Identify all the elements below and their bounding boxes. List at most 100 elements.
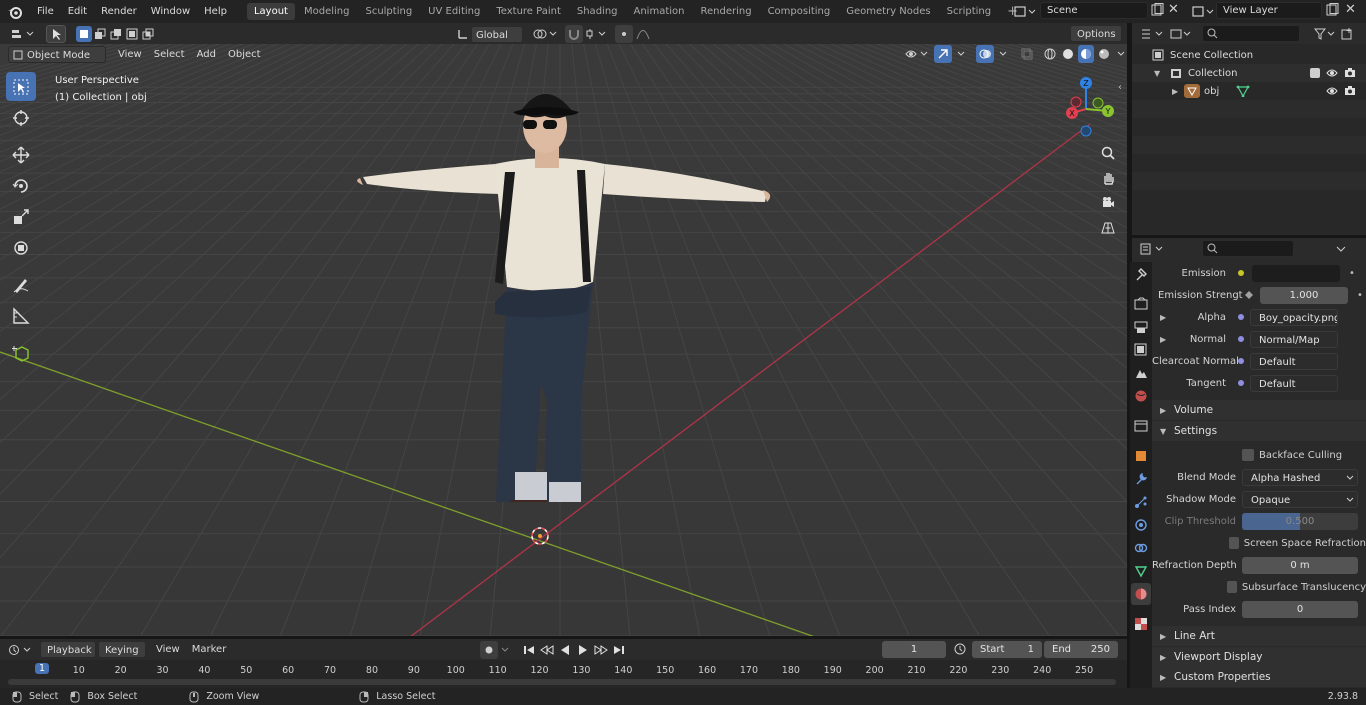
emission-keyframe-dot-icon[interactable]: • xyxy=(1346,268,1358,279)
properties-options-icon[interactable] xyxy=(1332,240,1350,258)
alpha-socket-icon[interactable] xyxy=(1236,312,1250,322)
scene-collection-row[interactable]: Scene Collection xyxy=(1132,46,1366,64)
collection-checkbox[interactable] xyxy=(1310,68,1320,78)
view-layer-field[interactable]: View Layer xyxy=(1216,2,1322,19)
settings-section-header[interactable]: ▼ Settings xyxy=(1152,421,1366,441)
snap-toggle-icon[interactable] xyxy=(565,25,583,43)
shading-solid-icon[interactable] xyxy=(1060,45,1076,63)
show-overlays-icon[interactable] xyxy=(976,45,994,63)
normal-link-field[interactable]: Normal/Map xyxy=(1250,330,1338,348)
modifiers-tab-icon[interactable] xyxy=(1131,468,1151,490)
pivot-point-icon[interactable] xyxy=(529,25,561,43)
tab-compositing[interactable]: Compositing xyxy=(761,3,838,20)
transform-orientation-dropdown[interactable]: Global xyxy=(471,25,523,43)
tool-rotate-icon[interactable] xyxy=(6,171,36,200)
collection-camera-icon[interactable] xyxy=(1344,67,1356,79)
menu-file[interactable]: File xyxy=(30,0,61,23)
keying-dropdown-icon[interactable] xyxy=(498,641,512,659)
tab-modeling[interactable]: Modeling xyxy=(297,3,357,20)
visibility-selectability-icon[interactable] xyxy=(902,45,932,63)
select-mode-new-icon[interactable] xyxy=(76,25,92,42)
timeline-editor-type-icon[interactable] xyxy=(6,641,36,659)
tab-shading[interactable]: Shading xyxy=(570,3,625,20)
navigation-gizmo[interactable]: Z Y X xyxy=(1058,77,1118,141)
scene-icon[interactable] xyxy=(1012,3,1036,20)
tool-scale-icon[interactable] xyxy=(6,202,36,231)
object-eye-icon[interactable] xyxy=(1326,85,1338,97)
backface-culling-row[interactable]: Backface Culling xyxy=(1152,444,1366,466)
screen-space-refraction-checkbox[interactable] xyxy=(1228,537,1239,549)
tool-add-cube-icon[interactable] xyxy=(6,338,36,367)
tool-select-box-icon[interactable] xyxy=(6,72,36,101)
screen-space-refraction-row[interactable]: Screen Space Refraction xyxy=(1152,532,1366,554)
play-icon[interactable] xyxy=(574,641,592,659)
viewport-display-section-header[interactable]: ▶ Viewport Display xyxy=(1152,647,1366,667)
line-art-section-header[interactable]: ▶ Line Art xyxy=(1152,626,1366,646)
playback-menu[interactable]: Playback xyxy=(40,641,96,658)
tab-uv-editing[interactable]: UV Editing xyxy=(421,3,487,20)
pass-index-field[interactable]: 0 xyxy=(1242,600,1358,618)
proportional-editing-icon[interactable] xyxy=(615,25,633,43)
collection-row[interactable]: ▼ Collection xyxy=(1132,64,1366,82)
alpha-expand-icon[interactable]: ▶ xyxy=(1160,313,1174,322)
object-menu[interactable]: Object xyxy=(222,46,267,63)
playhead-frame[interactable]: 1 xyxy=(35,663,50,674)
end-frame-field[interactable]: End 250 xyxy=(1044,641,1118,658)
blender-logo-icon[interactable] xyxy=(0,0,30,23)
backface-culling-checkbox[interactable] xyxy=(1242,449,1254,461)
emission-strength-field[interactable]: 1.000 xyxy=(1260,286,1348,304)
3d-cursor-icon[interactable] xyxy=(528,524,552,548)
tab-geometry-nodes[interactable]: Geometry Nodes xyxy=(839,3,937,20)
menu-edit[interactable]: Edit xyxy=(61,0,94,23)
outliner-search-input[interactable] xyxy=(1202,25,1300,42)
preview-range-clock-icon[interactable] xyxy=(951,640,969,658)
outliner-editor-type-icon[interactable] xyxy=(1138,25,1168,43)
emission-color-field[interactable] xyxy=(1252,264,1340,282)
particles-tab-icon[interactable] xyxy=(1131,491,1151,513)
shading-material-preview-icon[interactable] xyxy=(1078,45,1094,63)
object-tab-icon[interactable] xyxy=(1131,445,1151,467)
render-tab-icon[interactable] xyxy=(1131,293,1151,315)
new-collection-icon[interactable] xyxy=(1338,25,1356,43)
object-expand-icon[interactable]: ▶ xyxy=(1172,87,1184,96)
alpha-link-field[interactable]: Boy_opacity.png xyxy=(1250,308,1338,326)
properties-editor-type-icon[interactable] xyxy=(1138,240,1168,258)
subsurface-translucency-row[interactable]: Subsurface Translucency xyxy=(1152,576,1366,598)
texture-tab-icon[interactable] xyxy=(1131,613,1151,635)
data-tab-icon[interactable] xyxy=(1131,560,1151,582)
start-frame-field[interactable]: Start 1 xyxy=(972,641,1042,658)
material-tab-icon[interactable] xyxy=(1131,583,1151,605)
emission-socket-icon[interactable] xyxy=(1236,268,1250,278)
select-mode-invert-icon[interactable] xyxy=(124,26,140,42)
select-tool-icon[interactable] xyxy=(46,24,66,43)
timeline-area[interactable]: 1 10 20 30 40 50 60 70 80 90 100 110 120 130 140 150 160… xyxy=(0,660,1127,688)
zoom-icon[interactable] xyxy=(1097,142,1119,164)
jump-end-icon[interactable] xyxy=(610,641,628,659)
overlays-dropdown-icon[interactable] xyxy=(996,45,1010,63)
options-dropdown[interactable]: Options xyxy=(1070,25,1122,42)
collection-tab-icon[interactable] xyxy=(1131,415,1151,437)
custom-properties-section-header[interactable]: ▶ Custom Properties xyxy=(1152,667,1366,687)
character-model[interactable] xyxy=(355,82,815,502)
tab-animation[interactable]: Animation xyxy=(627,3,692,20)
world-tab-icon[interactable] xyxy=(1131,385,1151,407)
jump-start-icon[interactable] xyxy=(520,641,538,659)
display-mode-icon[interactable] xyxy=(1168,25,1194,43)
camera-icon[interactable] xyxy=(1097,192,1119,214)
tool-cursor-icon[interactable] xyxy=(6,103,36,132)
clip-threshold-slider[interactable]: 0.500 xyxy=(1242,512,1358,530)
object-row-obj[interactable]: ▶ obj xyxy=(1132,82,1366,100)
select-mode-subtract-icon[interactable] xyxy=(108,26,124,42)
xray-toggle-icon[interactable] xyxy=(1018,45,1036,63)
properties-search-input[interactable] xyxy=(1202,240,1294,257)
constraints-tab-icon[interactable] xyxy=(1131,537,1151,559)
timeline-scrollbar[interactable] xyxy=(8,679,1116,685)
current-frame-field[interactable]: 1 xyxy=(882,641,946,658)
keying-menu[interactable]: Keying xyxy=(98,641,146,658)
shading-wireframe-icon[interactable] xyxy=(1042,45,1058,63)
output-tab-icon[interactable] xyxy=(1131,316,1151,338)
view-layer-tab-icon[interactable] xyxy=(1131,339,1151,361)
3d-viewport[interactable]: User Perspective (1) Collection | obj Z … xyxy=(0,44,1127,637)
tab-texture-paint[interactable]: Texture Paint xyxy=(489,3,568,20)
auto-keying-icon[interactable] xyxy=(480,641,498,659)
